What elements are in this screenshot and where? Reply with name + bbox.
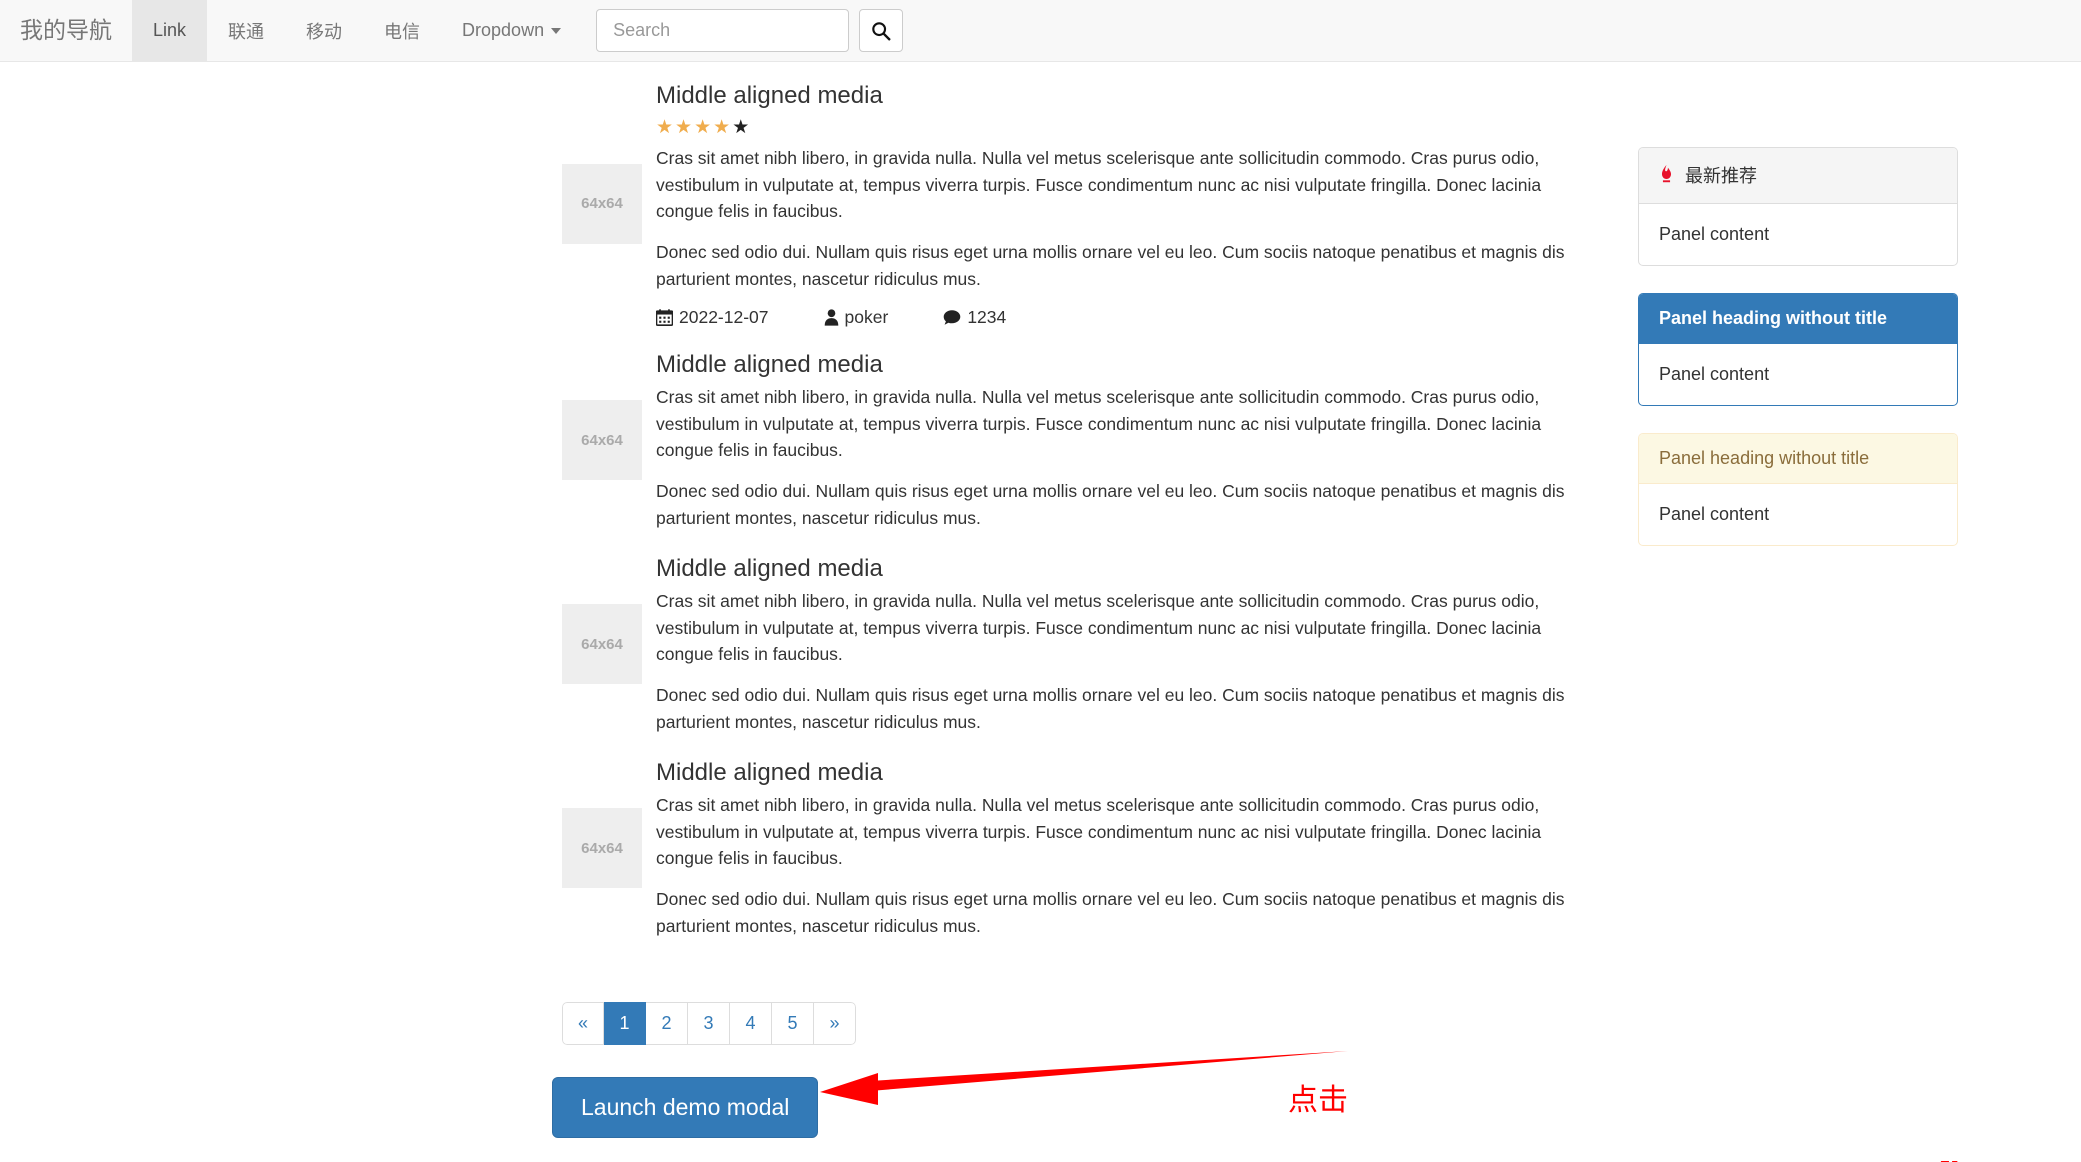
user-icon [824,309,839,326]
panel-heading-text: 最新推荐 [1685,166,1758,186]
pagination-next[interactable]: » [814,1002,856,1045]
nav-item-liantong[interactable]: 联通 [207,0,285,61]
media-paragraph: Donec sed odio dui. Nullam quis risus eg… [656,889,1565,936]
panel-heading: Panel heading without title [1639,294,1957,344]
calendar-icon [656,308,673,326]
media-heading[interactable]: Middle aligned media [656,80,1574,111]
nav-item-link[interactable]: Link [132,0,208,61]
search-input[interactable] [596,9,850,52]
media-thumbnail-wrap[interactable]: 64x64 [562,400,656,481]
top-navbar: 我的导航 Link 联通 移动 电信 Dropdown [0,0,2081,62]
media-item: 64x64 Middle aligned media Cras sit amet… [562,349,1574,532]
media-thumbnail: 64x64 [562,400,642,481]
panel-body: Panel content [1659,504,1770,524]
launch-demo-modal-button[interactable]: Launch demo modal [552,1077,819,1138]
navbar-nav: Link 联通 移动 电信 Dropdown [132,0,582,61]
pagination-page-1[interactable]: 1 [604,1002,646,1045]
media-body: Middle aligned media Cras sit amet nibh … [656,349,1574,532]
star-filled-icon: ★ [694,117,714,139]
panel-primary: Panel heading without title Panel conten… [1638,293,1958,406]
media-paragraph: Cras sit amet nibh libero, in gravida nu… [656,386,1542,461]
media-thumbnail: 64x64 [562,163,642,244]
star-filled-icon: ★ [713,117,733,139]
media-item: 64x64 Middle aligned media Cras sit amet… [562,757,1574,940]
nav-item-dianxin[interactable]: 电信 [363,0,441,61]
pagination-wrap: « 1 2 3 4 5 » [562,1002,856,1045]
media-paragraph: Donec sed odio dui. Nullam quis risus eg… [656,481,1565,528]
navbar-search-form [596,0,904,61]
annotation-arrow [820,1051,1348,1105]
media-thumbnail-wrap[interactable]: 64x64 [562,604,656,685]
media-list: 64x64 Middle aligned media ★★★★★ Cras si… [562,80,1574,961]
media-thumbnail-wrap[interactable]: 64x64 [562,808,656,889]
meta-comments: 1234 [943,307,1006,328]
media-body: Middle aligned media Cras sit amet nibh … [656,553,1574,736]
media-thumbnail-wrap[interactable]: 64x64 [562,163,656,244]
star-filled-icon: ★ [675,117,695,139]
media-meta: 2022-12-07 poker 1234 [656,307,1574,328]
media-thumbnail: 64x64 [562,808,642,889]
media-paragraph: Donec sed odio dui. Nullam quis risus eg… [656,242,1565,289]
pagination-page-4[interactable]: 4 [730,1002,772,1045]
panel-heading: 最新推荐 [1639,148,1957,204]
search-icon [872,21,891,40]
nav-item-label: Link [153,20,187,40]
pagination-page-2[interactable]: 2 [646,1002,688,1045]
search-button[interactable] [859,9,904,52]
media-body: Middle aligned media ★★★★★ Cras sit amet… [656,80,1574,328]
nav-item-label: 联通 [228,21,265,42]
panel-body: Panel content [1659,364,1770,384]
flame-icon [1659,165,1674,189]
media-heading[interactable]: Middle aligned media [656,757,1574,788]
nav-item-label: 电信 [384,21,421,42]
media-paragraph: Donec sed odio dui. Nullam quis risus eg… [656,685,1565,732]
meta-comments-value: 1234 [967,306,1007,327]
panel-latest-recommend: 最新推荐 Panel content [1638,147,1958,266]
media-item: 64x64 Middle aligned media Cras sit amet… [562,553,1574,736]
meta-author-value: poker [844,306,889,327]
star-filled-icon: ★ [656,117,676,139]
site-watermark: Yuucn.com [1941,1157,2055,1162]
media-thumbnail: 64x64 [562,604,642,685]
media-paragraph: Cras sit amet nibh libero, in gravida nu… [656,794,1542,869]
page-body: 64x64 Middle aligned media ★★★★★ Cras si… [0,62,2081,1162]
star-rating: ★★★★★ [656,115,1574,142]
pagination-page-3[interactable]: 3 [688,1002,730,1045]
panel-heading: Panel heading without title [1639,434,1957,484]
media-heading[interactable]: Middle aligned media [656,553,1574,584]
media-paragraph: Cras sit amet nibh libero, in gravida nu… [656,590,1542,665]
pagination: « 1 2 3 4 5 » [562,1002,856,1045]
meta-author: poker [824,306,889,328]
navbar-brand[interactable]: 我的导航 [0,0,132,61]
pagination-page-5[interactable]: 5 [772,1002,814,1045]
nav-item-yidong[interactable]: 移动 [285,0,363,61]
pagination-prev[interactable]: « [562,1002,604,1045]
media-item: 64x64 Middle aligned media ★★★★★ Cras si… [562,80,1574,328]
chevron-down-icon [551,27,562,34]
media-body: Middle aligned media Cras sit amet nibh … [656,757,1574,940]
star-empty-icon: ★ [732,117,752,139]
meta-date: 2022-12-07 [656,307,769,328]
media-paragraph: Cras sit amet nibh libero, in gravida nu… [656,147,1542,222]
nav-item-dropdown[interactable]: Dropdown [441,0,582,61]
meta-date-value: 2022-12-07 [679,306,769,327]
comment-icon [943,309,961,326]
panel-warning: Panel heading without title Panel conten… [1638,433,1958,546]
side-panel-column: 最新推荐 Panel content Panel heading without… [1638,147,1958,573]
annotation-label: 点击 [1288,1084,1348,1117]
nav-item-label: 移动 [306,21,343,42]
media-heading[interactable]: Middle aligned media [656,349,1574,380]
panel-body: Panel content [1659,224,1770,244]
nav-item-label: Dropdown [462,20,545,40]
